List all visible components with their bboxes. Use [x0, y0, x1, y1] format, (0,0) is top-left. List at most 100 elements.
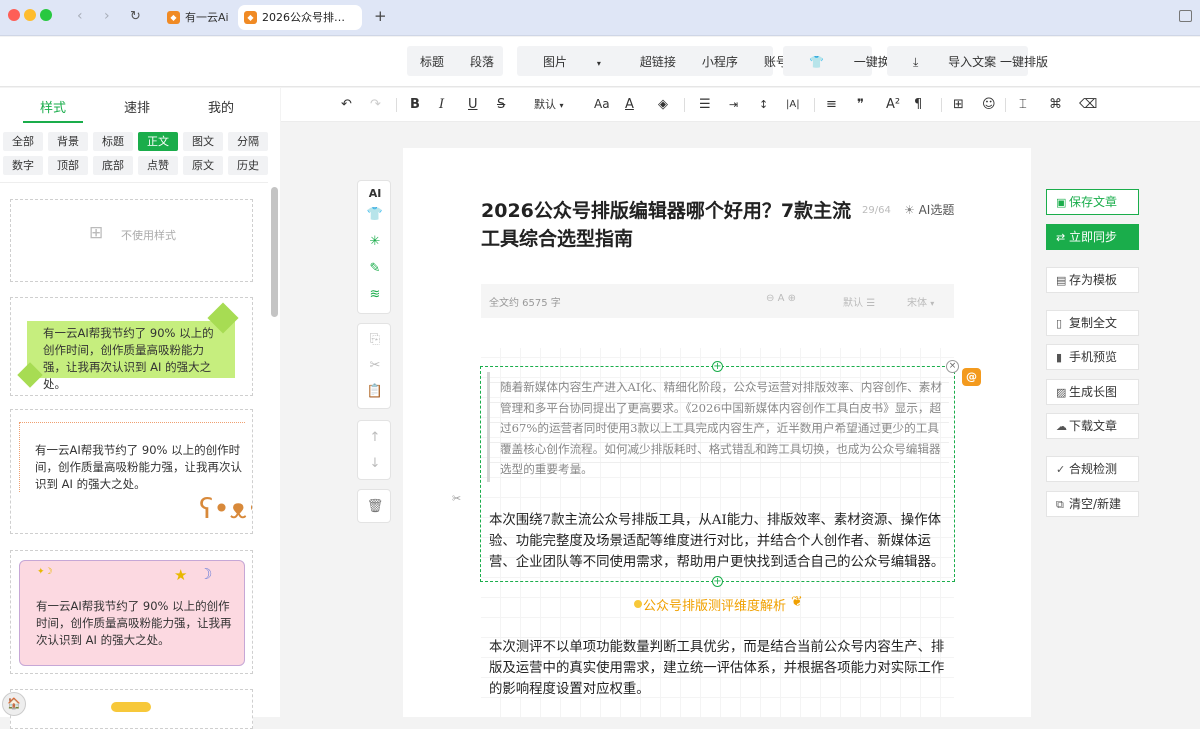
cat-like[interactable]: 点赞	[138, 156, 178, 175]
ai-topic-button[interactable]: ☀ AI选题	[904, 201, 954, 218]
font-size-control[interactable]: ⊖ A ⊕	[766, 293, 796, 304]
star-icon: ★	[174, 566, 188, 584]
style-card-green[interactable]: 有一云AI帮我节约了 90% 以上的创作时间，创作质量高吸粉能力强，让我再次认识…	[10, 297, 253, 396]
list-icon[interactable]: ≡	[826, 96, 837, 113]
import-button[interactable]: ⤓ 导入文案 一键排版	[887, 46, 1048, 76]
pen-icon[interactable]: ✎	[358, 261, 392, 276]
redo-icon[interactable]: ↷	[370, 96, 381, 113]
divider-line-icon[interactable]: ⌶	[1019, 96, 1027, 113]
italic-icon[interactable]: I	[439, 96, 444, 113]
wave-icon[interactable]: ≋	[358, 287, 392, 302]
arrow-up-icon[interactable]: ↑	[358, 430, 392, 445]
cat-divider[interactable]: 分隔	[228, 132, 268, 151]
cat-body[interactable]: 正文	[138, 132, 178, 151]
underline-icon[interactable]: U	[468, 96, 478, 113]
quote-icon[interactable]: ❞	[857, 96, 864, 113]
undo-icon[interactable]: ↶	[341, 96, 352, 113]
insert-link-button[interactable]: 超链接	[627, 53, 689, 70]
trash-icon[interactable]: 🗑	[358, 499, 392, 514]
chevron-down-icon: ▾	[559, 101, 564, 110]
tab-mine[interactable]: 我的	[208, 97, 234, 116]
add-block-bottom-icon[interactable]: +	[712, 576, 723, 587]
extension-icon[interactable]	[1179, 10, 1192, 22]
download-article-button[interactable]: ☁ 下载文章	[1046, 413, 1139, 439]
style-none-card[interactable]: ⊞ 不使用样式	[10, 199, 253, 282]
cat-history[interactable]: 历史	[228, 156, 268, 175]
tab-quick[interactable]: 速排	[124, 97, 150, 116]
font-select[interactable]: 宋体 ▾	[907, 294, 934, 309]
forward-icon[interactable]: ›	[104, 8, 110, 24]
section-title[interactable]: 公众号排版测评维度解析	[643, 595, 786, 614]
article-title[interactable]: 2026公众号排版编辑器哪个好用？7款主流工具综合选型指南	[481, 197, 856, 253]
highlight-icon[interactable]: ◈	[658, 96, 668, 113]
eraser-icon[interactable]: ⌫	[1079, 96, 1097, 113]
cat-bottom[interactable]: 底部	[93, 156, 133, 175]
sync-now-button[interactable]: ⇄ 立即同步	[1046, 224, 1139, 250]
scissors-icon[interactable]: ✂	[452, 492, 461, 505]
copy-all-button[interactable]: ▯ 复制全文	[1046, 310, 1139, 336]
clear-new-button[interactable]: ⧉ 清空/新建	[1046, 491, 1139, 517]
line-spacing-select[interactable]: 默认 ☰	[843, 294, 875, 309]
phone-preview-button[interactable]: ▮ 手机预览	[1046, 344, 1139, 370]
tab-style[interactable]: 样式	[40, 97, 66, 116]
insert-miniprogram-button[interactable]: 小程序	[689, 53, 751, 70]
film-icon: ▤	[1056, 274, 1067, 287]
save-article-button[interactable]: ▣ 保存文章	[1046, 189, 1139, 215]
back-icon[interactable]: ‹	[77, 8, 83, 24]
save-template-button[interactable]: ▤ 存为模板	[1046, 267, 1139, 293]
reload-icon[interactable]: ↻	[130, 9, 141, 24]
shirt-icon[interactable]: 👕	[358, 207, 392, 222]
scrollbar-thumb[interactable]	[271, 187, 278, 317]
cat-background[interactable]: 背景	[48, 132, 88, 151]
insert-paragraph-button[interactable]: 段落	[457, 53, 507, 70]
long-image-button[interactable]: ▨ 生成长图	[1046, 379, 1139, 405]
indent-icon[interactable]: ⇥	[729, 96, 738, 113]
scissors-icon[interactable]: ✂	[358, 358, 392, 373]
line-height-icon[interactable]: ↕	[759, 96, 768, 113]
cat-title[interactable]: 标题	[93, 132, 133, 151]
paste-icon[interactable]: 📋	[358, 384, 392, 399]
article-paragraph[interactable]: 本次测评不以单项功能数量判断工具优劣，而是结合当前公众号内容生产、排版及运营中的…	[489, 637, 951, 700]
font-size-select[interactable]: 默认 ▾	[534, 96, 564, 114]
quote-block[interactable]: 随着新媒体内容生产进入AI化、精细化阶段，公众号运营对排版效率、内容创作、素材管…	[487, 372, 949, 482]
tab-article[interactable]: ◆ 2026公众号排…	[238, 5, 362, 30]
article-paragraph[interactable]: 本次围绕7款主流公众号排版工具，从AI能力、排版效率、素材资源、操作体验、功能完…	[489, 510, 951, 573]
ai-assist-icon[interactable]: @	[962, 368, 981, 386]
add-block-top-icon[interactable]: +	[712, 361, 723, 372]
align-icon[interactable]: ☰	[699, 96, 711, 113]
font-family-icon[interactable]: Aa	[594, 96, 610, 113]
format-brush-icon[interactable]: ¶	[914, 96, 922, 113]
superscript-icon[interactable]: A²	[886, 96, 900, 113]
tab-youyiyun[interactable]: ◆ 有一云Ai	[167, 5, 231, 30]
close-window-button[interactable]	[8, 9, 20, 21]
arrow-down-icon[interactable]: ↓	[358, 456, 392, 471]
skin-button[interactable]: 👕 一键换肤	[783, 46, 902, 76]
style-card-pink[interactable]: ✦☽ ★ ☽ 有一云AI帮我节约了 90% 以上的创作时间，创作质量高吸粉能力强…	[10, 550, 253, 674]
plus-icon[interactable]: ⊕	[788, 293, 796, 304]
style-card-partial[interactable]	[10, 689, 253, 729]
cat-number[interactable]: 数字	[3, 156, 43, 175]
minimize-window-button[interactable]	[24, 9, 36, 21]
cat-image-text[interactable]: 图文	[183, 132, 223, 151]
cat-top[interactable]: 顶部	[48, 156, 88, 175]
letter-spacing-icon[interactable]: |A|	[786, 96, 800, 113]
help-icon[interactable]: 🏠	[2, 692, 26, 716]
emoji-icon[interactable]: ☺	[982, 96, 996, 113]
new-tab-button[interactable]: +	[374, 7, 387, 25]
strikethrough-icon[interactable]: S	[497, 96, 505, 113]
style-card-bear[interactable]: 有一云AI帮我节约了 90% 以上的创作时间，创作质量高吸粉能力强，让我再次认识…	[10, 409, 253, 534]
cat-original[interactable]: 原文	[183, 156, 223, 175]
font-color-icon[interactable]: A	[625, 96, 634, 113]
insert-title-button[interactable]: 标题	[407, 53, 457, 70]
paint-icon[interactable]: ⌘	[1049, 96, 1062, 113]
table-icon[interactable]: ⊞	[953, 96, 964, 113]
insert-image-button[interactable]: 图片 ▾	[517, 53, 627, 70]
copy-icon[interactable]: ⎘	[358, 332, 392, 347]
style-sample-text: 有一云AI帮我节约了 90% 以上的创作时间，创作质量高吸粉能力强，让我再次认识…	[27, 321, 235, 391]
sparkle-icon[interactable]: ✳	[358, 234, 392, 249]
zoom-window-button[interactable]	[40, 9, 52, 21]
minus-icon[interactable]: ⊖	[766, 293, 774, 304]
bold-icon[interactable]: B	[410, 96, 420, 113]
compliance-check-button[interactable]: ✓ 合规检测	[1046, 456, 1139, 482]
cat-all[interactable]: 全部	[3, 132, 43, 151]
